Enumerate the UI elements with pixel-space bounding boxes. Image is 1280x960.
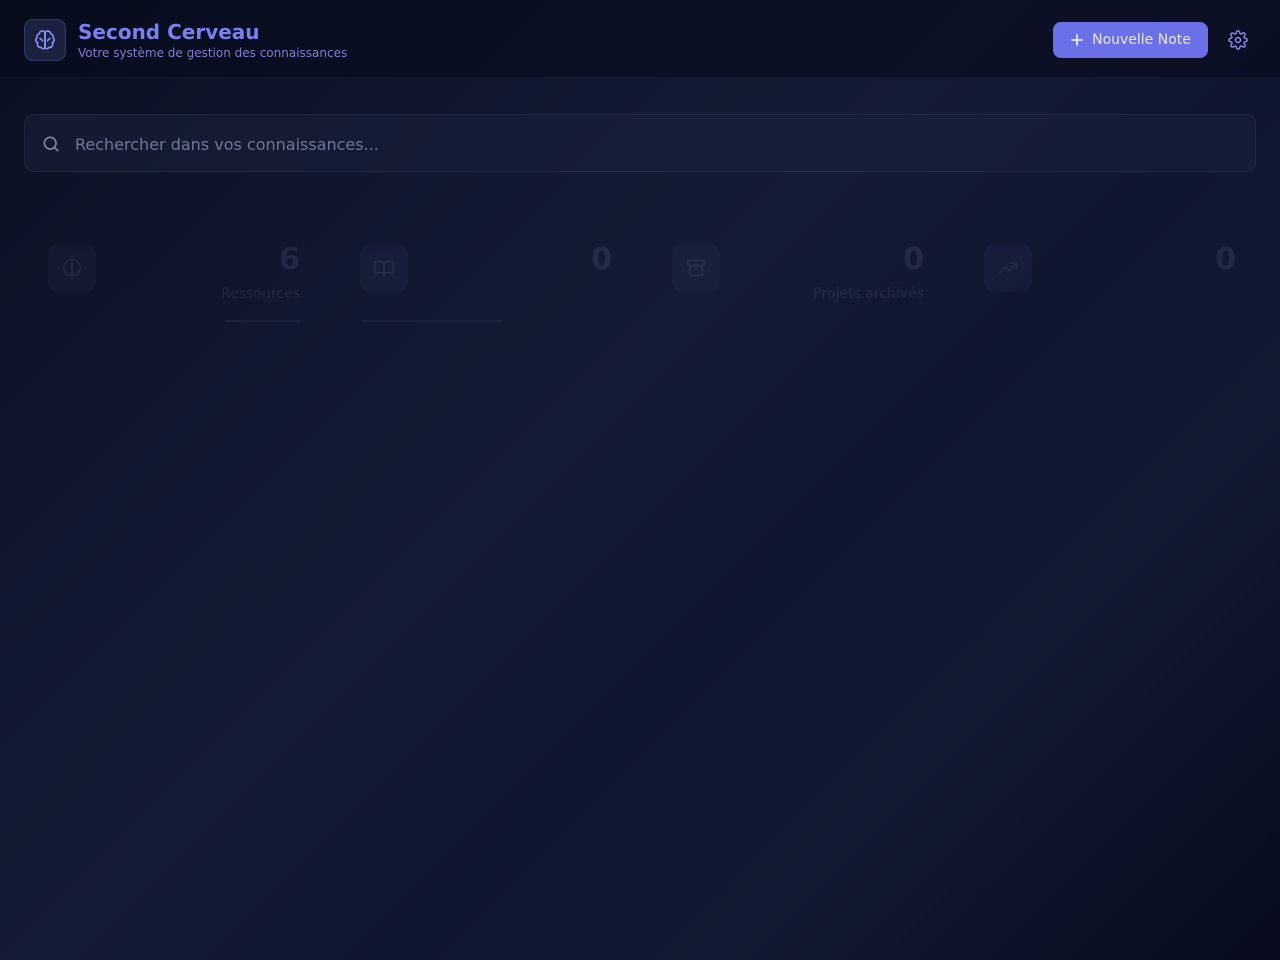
stat-underline xyxy=(225,320,300,322)
search-icon xyxy=(43,136,59,152)
app-title: Second Cerveau xyxy=(78,20,260,44)
search-input[interactable] xyxy=(73,115,1247,173)
gear-icon xyxy=(1228,30,1248,50)
stat-underline xyxy=(362,320,502,322)
new-note-label: Nouvelle Note xyxy=(1092,32,1191,48)
stat-value: 0 xyxy=(1215,242,1236,277)
stat-icon-box xyxy=(48,244,96,292)
stat-value: 0 xyxy=(591,242,612,277)
stat-card-projets-archives[interactable]: 0 Projets archivés xyxy=(654,230,924,326)
stat-icon-box xyxy=(360,244,408,292)
brain-icon xyxy=(35,30,55,50)
search-bar xyxy=(24,114,1256,173)
settings-button[interactable] xyxy=(1226,28,1250,52)
new-note-button[interactable]: Nouvelle Note xyxy=(1053,22,1208,58)
book-icon xyxy=(374,260,394,277)
stat-card-4[interactable]: 0 xyxy=(966,230,1236,326)
stat-card-ressources[interactable]: 6 Ressources xyxy=(30,230,300,326)
stat-icon-box xyxy=(672,244,720,292)
archive-icon xyxy=(687,259,705,277)
trend-icon xyxy=(999,262,1017,274)
brain-icon xyxy=(62,259,82,277)
stat-value: 0 xyxy=(903,242,924,277)
stat-card-2[interactable]: 0 xyxy=(342,230,612,326)
stat-value: 6 xyxy=(279,242,300,277)
app-subtitle: Votre système de gestion des connaissanc… xyxy=(78,46,348,60)
stat-label: Projets archivés xyxy=(813,286,924,302)
stat-icon-box xyxy=(984,244,1032,292)
app-logo xyxy=(24,19,66,61)
plus-icon xyxy=(1071,34,1083,46)
app-header: Second Cerveau Votre système de gestion … xyxy=(0,0,1280,78)
stat-label: Ressources xyxy=(221,286,300,302)
